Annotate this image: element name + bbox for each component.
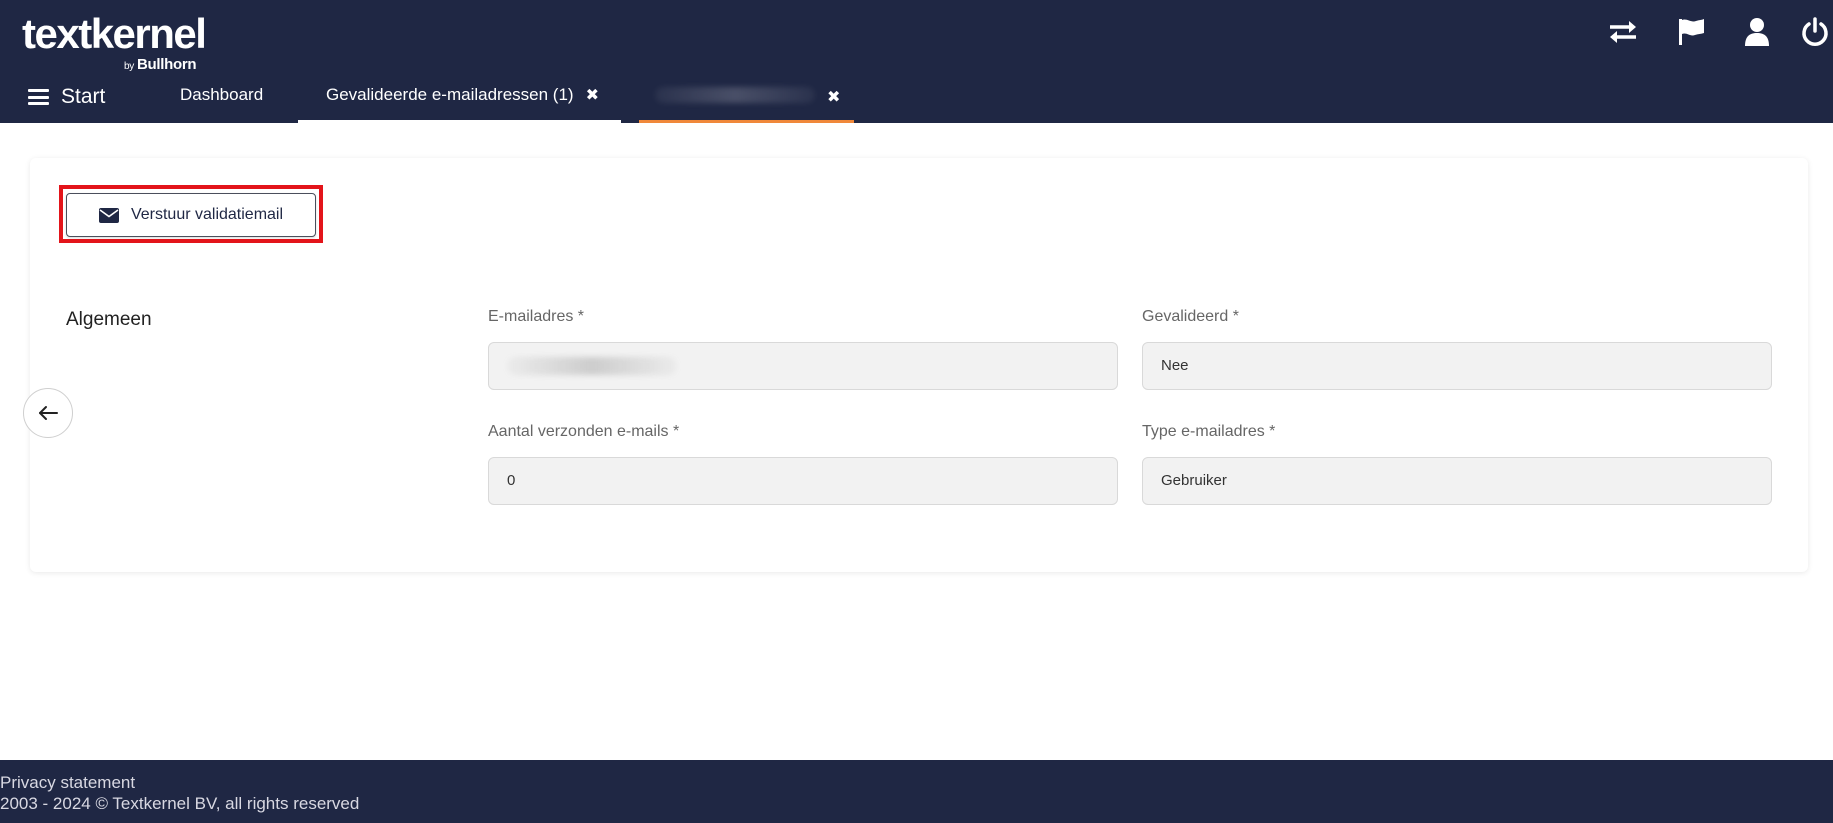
copyright-text: 2003 - 2024 © Textkernel BV, all rights … (0, 794, 360, 813)
logo-by: by (124, 61, 134, 72)
user-icon[interactable] (1739, 14, 1775, 50)
start-label: Start (61, 85, 106, 108)
textkernel-logo[interactable]: textkernel by Bullhorn (22, 10, 222, 74)
send-validation-email-label: Verstuur validatiemail (130, 206, 284, 223)
logo-text: textkernel (22, 10, 207, 57)
page-footer: Privacy statement 2003 - 2024 © Textkern… (0, 760, 1833, 823)
validated-label: Gevalideerd * (1142, 308, 1239, 325)
send-validation-email-button[interactable]: Verstuur validatiemail (66, 193, 316, 237)
arrow-left-icon (39, 406, 58, 420)
sent-count-label: Aantal verzonden e-mails * (488, 423, 680, 440)
close-icon[interactable]: ✖ (827, 87, 840, 107)
tab-label-redacted (655, 87, 815, 103)
start-menu-button[interactable]: Start (28, 82, 105, 112)
envelope-icon (98, 207, 119, 223)
section-title: Algemeen (66, 309, 152, 330)
email-value-redacted (507, 357, 677, 375)
validated-field[interactable]: Nee (1142, 342, 1772, 390)
tab-current-record[interactable]: ✖ (639, 76, 855, 123)
email-type-field[interactable]: Gebruiker (1142, 457, 1772, 505)
privacy-link[interactable]: Privacy statement (0, 773, 135, 793)
tab-label: Dashboard (180, 85, 264, 104)
back-button[interactable] (23, 388, 73, 438)
detail-card: Verstuur validatiemail Algemeen E-mailad… (30, 158, 1808, 572)
close-icon[interactable]: ✖ (586, 85, 599, 105)
app-header: textkernel by Bullhorn Start Dashboard G… (0, 0, 1833, 123)
logo-bullhorn: Bullhorn (136, 56, 197, 73)
email-type-label: Type e-mailadres * (1142, 423, 1276, 440)
sent-count-field[interactable]: 0 (488, 457, 1118, 505)
switch-arrows-icon[interactable] (1605, 14, 1641, 50)
email-field[interactable] (488, 342, 1118, 390)
tab-dashboard[interactable]: Dashboard (180, 76, 263, 123)
flag-icon[interactable] (1673, 14, 1709, 50)
tab-label: Gevalideerde e-mailadressen (1) (326, 85, 574, 104)
hamburger-icon (28, 89, 49, 105)
logo-subtext: by Bullhorn (124, 56, 197, 73)
tab-validated-emails[interactable]: Gevalideerde e-mailadressen (1) ✖ (298, 76, 621, 123)
tab-navigation: Start Dashboard Gevalideerde e-mailadres… (0, 76, 1833, 123)
power-icon[interactable] (1797, 14, 1833, 50)
email-label: E-mailadres * (488, 308, 585, 325)
